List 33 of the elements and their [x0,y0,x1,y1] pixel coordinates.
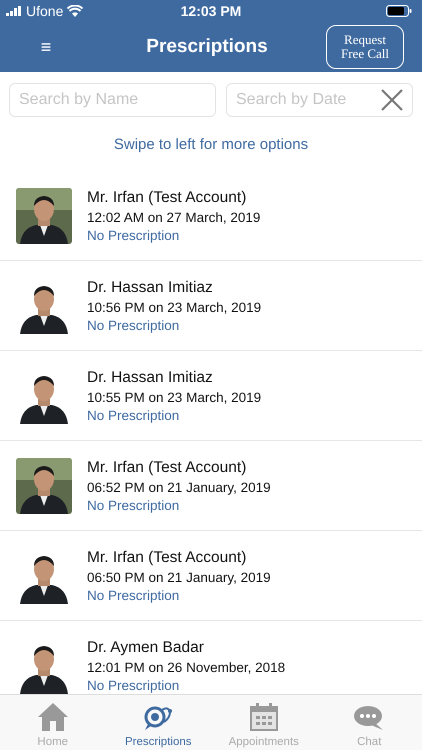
appointment-time: 12:02 AM on 27 March, 2019 [87,210,260,224]
doctor-name: Dr. Hassan Imitiaz [87,278,214,296]
house-icon [36,702,69,732]
date-search-field[interactable]: Search by Date [226,83,413,117]
doctor-name: Mr. Irfan (Test Account) [87,458,248,476]
prescription-status: No Prescription [87,678,180,692]
wifi-icon [67,5,84,17]
prescription-status: No Prescription [87,408,180,422]
request-call-button[interactable]: Request Free Call [326,25,404,69]
carrier-name: Ufone [26,3,64,19]
status-time: 12:03 PM [180,3,242,19]
screen-title: Prescriptions [145,36,269,58]
close-icon[interactable] [380,88,404,112]
appointment-time: 12:01 PM on 26 November, 2018 [87,660,286,674]
battery-icon [386,5,412,17]
appointment-time: 10:55 PM on 23 March, 2019 [87,390,262,404]
doctor-name: Dr. Hassan Imitiaz [87,368,214,386]
name-search-field[interactable]: Search by Name [9,83,216,117]
tab-item[interactable]: Prescriptions [106,695,211,750]
appointment-time: 10:56 PM on 23 March, 2019 [87,300,262,314]
prescription-status: No Prescription [87,588,180,602]
doctor-name: Mr. Irfan (Test Account) [87,548,248,566]
prescription-status: No Prescription [87,498,180,512]
appointment-time: 06:50 PM on 21 January, 2019 [87,570,271,584]
prescription-status: No Prescription [87,318,180,332]
appointment-time: 06:52 PM on 21 January, 2019 [87,480,271,494]
swipe-hint: Swipe to left for more options [112,136,310,153]
prescription-status: No Prescription [87,228,180,242]
calendar-icon [248,702,279,732]
doctor-name: Dr. Aymen Badar [87,638,205,656]
signal-icon [6,6,22,16]
menu-button[interactable]: ≡ [34,36,58,58]
doctor-name: Mr. Irfan (Test Account) [87,188,248,206]
